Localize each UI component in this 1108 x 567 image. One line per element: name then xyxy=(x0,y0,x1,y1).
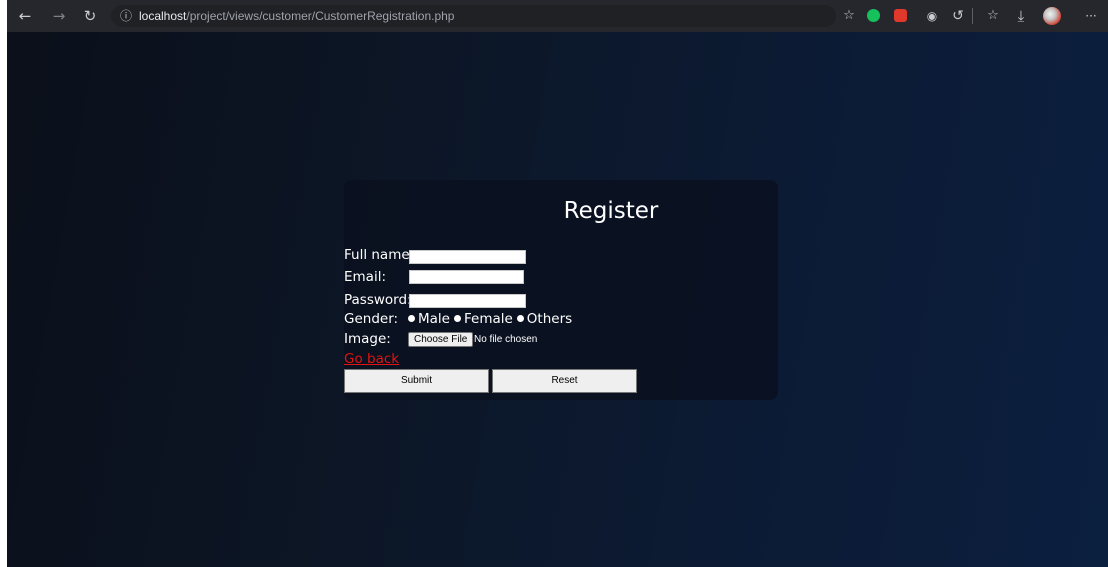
submit-button[interactable]: Submit xyxy=(344,369,489,393)
radio-female[interactable] xyxy=(453,315,461,322)
password-row: Password: xyxy=(344,292,544,312)
email-label: Email: xyxy=(344,269,387,285)
extension-icon[interactable]: ◉ xyxy=(922,6,942,26)
gender-option-label: Male xyxy=(418,311,450,327)
profile-avatar[interactable] xyxy=(1043,7,1061,25)
image-label: Image: xyxy=(344,331,391,347)
url-host: localhost xyxy=(139,9,187,23)
gender-option-male[interactable]: Male xyxy=(404,311,450,327)
back-arrow-icon[interactable]: ← xyxy=(15,6,35,26)
radio-others[interactable] xyxy=(516,315,524,322)
file-status: No file chosen xyxy=(474,334,538,345)
toolbar-divider xyxy=(972,8,973,24)
gender-row: Gender: Male Female Others xyxy=(344,311,604,331)
browser-window: ← → ↻ ⓘ localhost/project/views/customer… xyxy=(7,0,1108,567)
password-input[interactable] xyxy=(409,294,526,308)
favorites-icon[interactable]: ☆ xyxy=(983,6,1003,26)
gender-option-female[interactable]: Female xyxy=(450,311,513,327)
gender-label: Gender: xyxy=(344,311,399,327)
grammarly-extension-icon[interactable] xyxy=(867,9,880,22)
fullname-row: Full name: xyxy=(344,247,544,267)
radio-male[interactable] xyxy=(408,315,415,322)
download-icon[interactable]: ⤓ xyxy=(1011,6,1031,26)
go-back-link[interactable]: Go back xyxy=(344,351,399,367)
address-url: localhost/project/views/customer/Custome… xyxy=(139,5,454,27)
password-label: Password: xyxy=(344,292,412,308)
add-favorite-icon[interactable]: ☆ xyxy=(839,6,859,26)
address-bar[interactable]: ⓘ localhost/project/views/customer/Custo… xyxy=(111,5,836,27)
site-info-icon[interactable]: ⓘ xyxy=(119,5,133,27)
copilot-icon[interactable]: ↺ xyxy=(948,6,968,26)
fullname-input[interactable] xyxy=(409,250,526,264)
choose-file-button[interactable]: Choose File xyxy=(408,332,474,347)
image-row: Image: Choose File No file chosen xyxy=(344,331,604,351)
gender-option-label: Others xyxy=(526,311,573,327)
gender-option-label: Female xyxy=(463,311,513,327)
url-path: /project/views/customer/CustomerRegistra… xyxy=(186,9,455,23)
email-row: Email: xyxy=(344,269,544,289)
browser-toolbar: ← → ↻ ⓘ localhost/project/views/customer… xyxy=(7,0,1108,32)
registration-card: Register Full name: Email: Password: Gen… xyxy=(344,180,778,400)
more-menu-icon[interactable]: ··· xyxy=(1081,6,1101,26)
forward-arrow-icon[interactable]: → xyxy=(49,6,69,26)
reset-button[interactable]: Reset xyxy=(492,369,637,393)
email-input[interactable] xyxy=(409,270,524,284)
page-content: Register Full name: Email: Password: Gen… xyxy=(7,32,1108,567)
gender-option-others[interactable]: Others xyxy=(513,311,572,327)
shield-extension-icon[interactable] xyxy=(894,9,907,22)
reload-icon[interactable]: ↻ xyxy=(80,6,100,26)
fullname-label: Full name: xyxy=(344,247,415,263)
page-title: Register xyxy=(563,198,659,224)
